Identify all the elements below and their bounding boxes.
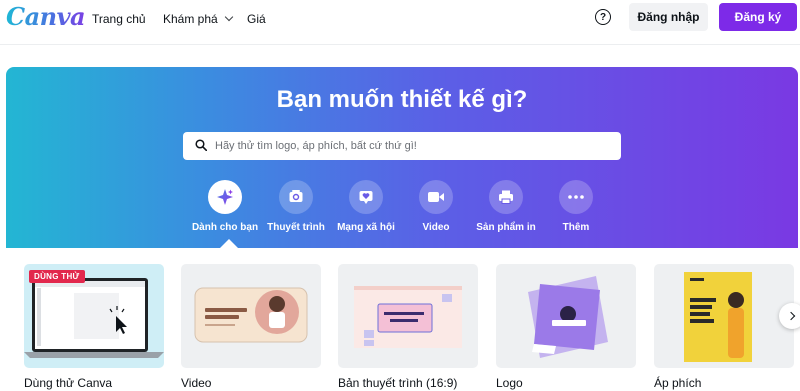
card-label: Dùng thử Canva bbox=[24, 376, 113, 390]
chevron-down-icon bbox=[224, 12, 233, 22]
printer-icon bbox=[489, 180, 523, 214]
carousel-next-button[interactable] bbox=[779, 303, 800, 329]
card-thumbnail bbox=[496, 264, 636, 368]
sparkle-icon bbox=[208, 180, 242, 214]
card-thumbnail bbox=[181, 264, 321, 368]
card-poster[interactable]: Áp phích bbox=[654, 264, 794, 390]
video-camera-icon bbox=[419, 180, 453, 214]
header-divider bbox=[0, 44, 800, 45]
category-label: Dành cho bạn bbox=[191, 222, 259, 233]
category-label: Sản phẩm in bbox=[476, 222, 536, 233]
nav-pricing-label: Giá bbox=[247, 12, 266, 26]
poster-template-preview bbox=[684, 272, 752, 362]
video-template-preview bbox=[194, 287, 308, 343]
card-label: Bản thuyết trình (16:9) bbox=[338, 376, 458, 390]
trial-badge: DÙNG THỬ bbox=[29, 270, 86, 283]
chevron-right-icon bbox=[786, 311, 795, 321]
search-bar[interactable] bbox=[183, 132, 621, 160]
help-icon[interactable]: ? bbox=[595, 9, 611, 25]
card-logo[interactable]: Logo bbox=[496, 264, 636, 390]
card-label: Video bbox=[181, 376, 212, 390]
canva-logo[interactable]: Canva bbox=[6, 2, 86, 31]
signup-button[interactable]: Đăng ký bbox=[719, 3, 797, 31]
category-presentation[interactable]: Thuyết trình bbox=[261, 180, 331, 233]
logo-template-preview bbox=[528, 276, 608, 358]
card-try-canva[interactable]: DÙNG THỬ Dùng thử Canva bbox=[24, 264, 164, 390]
card-label: Áp phích bbox=[654, 376, 702, 390]
category-label: Thêm bbox=[562, 222, 590, 233]
hero-banner: Bạn muốn thiết kế gì? Dành cho bạn Thuyế… bbox=[6, 67, 798, 248]
card-thumbnail: DÙNG THỬ bbox=[24, 264, 164, 368]
card-video[interactable]: Video bbox=[181, 264, 321, 390]
nav-explore-label: Khám phá bbox=[163, 12, 218, 26]
active-category-indicator bbox=[220, 239, 238, 248]
search-input[interactable] bbox=[215, 132, 615, 160]
heart-icon bbox=[349, 180, 383, 214]
nav-home-label: Trang chủ bbox=[92, 12, 146, 26]
nav-home-link[interactable]: Trang chủ bbox=[92, 12, 146, 26]
login-button[interactable]: Đăng nhập bbox=[629, 3, 708, 31]
category-label: Mạng xã hội bbox=[337, 222, 395, 233]
category-label: Video bbox=[422, 222, 450, 233]
category-for-you[interactable]: Dành cho bạn bbox=[190, 180, 260, 233]
category-social-media[interactable]: Mạng xã hội bbox=[331, 180, 401, 233]
top-nav: Canva Trang chủ Khám phá Giá ? Đăng nhập… bbox=[0, 0, 800, 40]
hero-title: Bạn muốn thiết kế gì? bbox=[276, 86, 528, 113]
category-video[interactable]: Video bbox=[401, 180, 471, 233]
card-thumbnail bbox=[654, 264, 794, 368]
nav-explore-menu[interactable]: Khám phá bbox=[163, 12, 233, 26]
card-presentation[interactable]: Bản thuyết trình (16:9) bbox=[338, 264, 478, 390]
search-icon bbox=[195, 139, 207, 151]
nav-pricing-link[interactable]: Giá bbox=[247, 12, 266, 26]
presentation-icon bbox=[279, 180, 313, 214]
card-label: Logo bbox=[496, 376, 523, 390]
more-icon bbox=[559, 180, 593, 214]
category-label: Thuyết trình bbox=[267, 222, 325, 233]
presentation-template-preview bbox=[354, 286, 462, 348]
category-print-products[interactable]: Sản phẩm in bbox=[471, 180, 541, 233]
category-more[interactable]: Thêm bbox=[541, 180, 611, 233]
card-thumbnail bbox=[338, 264, 478, 368]
